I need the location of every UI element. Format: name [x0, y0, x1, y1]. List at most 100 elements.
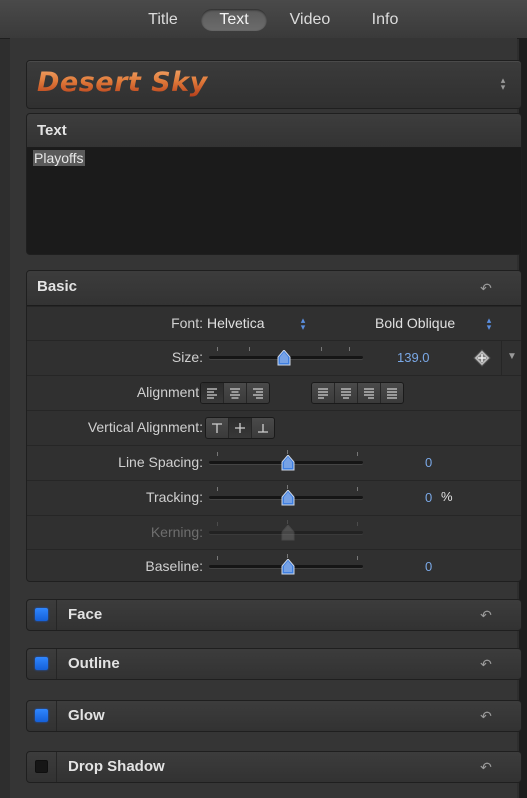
- basic-section-header[interactable]: Basic ↶: [27, 271, 521, 306]
- slider-tick: [217, 347, 218, 351]
- kerning-row: Kerning:: [27, 515, 521, 549]
- preset-name: Desert Sky: [37, 67, 208, 98]
- vertical-alignment-label: Vertical Alignment:: [87, 419, 203, 435]
- line-spacing-slider-thumb[interactable]: [281, 455, 295, 471]
- alignment-row: Alignment:: [27, 375, 521, 410]
- vertical-align-top-button[interactable]: [206, 418, 229, 438]
- font-style-stepper-icon[interactable]: ▴ ▾: [485, 316, 493, 332]
- align-right-button[interactable]: [247, 383, 269, 403]
- slider-tick: [357, 556, 358, 560]
- slider-tick: [217, 487, 218, 491]
- line-spacing-row: Line Spacing: 0: [27, 445, 521, 480]
- size-slider-thumb[interactable]: [277, 350, 291, 366]
- font-row: Font: Helvetica ▴ ▾ Bold Oblique ▴ ▾: [27, 306, 521, 340]
- size-label: Size:: [171, 349, 203, 365]
- tracking-label: Tracking:: [145, 489, 203, 505]
- baseline-label: Baseline:: [145, 558, 203, 574]
- alignment-label: Alignment:: [136, 384, 203, 400]
- outline-section-title: Outline: [68, 655, 120, 672]
- face-section-header[interactable]: Face ↶: [26, 599, 522, 631]
- tracking-value[interactable]: 0: [425, 490, 432, 505]
- vertical-align-middle-icon: [235, 423, 245, 433]
- vertical-align-middle-button[interactable]: [229, 418, 252, 438]
- basic-section-title: Basic: [37, 278, 78, 295]
- line-spacing-value[interactable]: 0: [425, 455, 432, 470]
- glow-section-header[interactable]: Glow ↶: [26, 700, 522, 732]
- keyframe-icon[interactable]: [473, 349, 491, 367]
- face-enable-checkbox[interactable]: [35, 608, 48, 621]
- popup-stepper-icon: ▴ ▾: [500, 75, 506, 92]
- divider: [56, 752, 57, 782]
- align-center-button[interactable]: [224, 383, 247, 403]
- vertical-align-top-icon: [212, 423, 222, 433]
- justify-center-button[interactable]: [335, 383, 358, 403]
- vertical-align-bottom-button[interactable]: [252, 418, 274, 438]
- align-center-icon: [230, 388, 240, 399]
- align-left-button[interactable]: [201, 383, 224, 403]
- drop-shadow-enable-checkbox[interactable]: [35, 760, 48, 773]
- title-preset-popup[interactable]: Desert Sky ▴ ▾: [26, 60, 522, 109]
- size-row: Size: 139.0 ▼: [27, 340, 521, 375]
- justify-full-icon: [387, 388, 397, 399]
- slider-tick: [349, 347, 350, 351]
- basic-section: Basic ↶ Font: Helvetica ▴ ▾ Bold Oblique …: [26, 270, 522, 582]
- slider-tick: [217, 556, 218, 560]
- tab-video[interactable]: Video: [280, 9, 340, 31]
- line-spacing-label: Line Spacing:: [118, 454, 203, 470]
- align-right-icon: [253, 388, 263, 399]
- font-label: Font:: [171, 315, 203, 331]
- reset-icon[interactable]: ↶: [479, 657, 493, 671]
- reset-icon[interactable]: ↶: [479, 608, 493, 622]
- drop-shadow-section-title: Drop Shadow: [68, 758, 165, 775]
- justify-right-button[interactable]: [358, 383, 381, 403]
- text-input[interactable]: Playoffs: [33, 150, 85, 166]
- slider-tick: [287, 520, 288, 524]
- inspector-tab-bar: Title Text Video Info: [0, 0, 527, 39]
- divider: [56, 600, 57, 630]
- divider: [56, 649, 57, 679]
- slider-tick: [357, 522, 358, 526]
- font-family-popup[interactable]: Helvetica: [207, 315, 265, 331]
- outline-section-header[interactable]: Outline ↶: [26, 648, 522, 680]
- justify-left-icon: [318, 388, 328, 399]
- kerning-slider-thumb: [281, 525, 295, 541]
- justify-buttons: [311, 382, 404, 404]
- tab-text[interactable]: Text: [201, 9, 267, 31]
- justify-left-button[interactable]: [312, 383, 335, 403]
- vertical-alignment-row: Vertical Alignment:: [27, 410, 521, 445]
- glow-section-title: Glow: [68, 707, 105, 724]
- kerning-label: Kerning:: [150, 524, 203, 540]
- slider-tick: [357, 487, 358, 491]
- vertical-align-bottom-icon: [258, 424, 268, 433]
- slider-tick: [217, 522, 218, 526]
- tracking-slider-thumb[interactable]: [281, 490, 295, 506]
- divider: [501, 341, 502, 375]
- slider-tick: [249, 347, 250, 351]
- reset-icon[interactable]: ↶: [479, 281, 493, 295]
- divider: [56, 701, 57, 731]
- drop-shadow-section-header[interactable]: Drop Shadow ↶: [26, 751, 522, 783]
- tracking-row: Tracking: 0 %: [27, 480, 521, 515]
- baseline-value[interactable]: 0: [425, 559, 432, 574]
- size-value[interactable]: 139.0: [397, 350, 430, 365]
- justify-full-button[interactable]: [381, 383, 403, 403]
- reset-icon[interactable]: ↶: [479, 760, 493, 774]
- text-editor: Text Playoffs: [26, 113, 522, 255]
- text-editor-title: Text: [37, 122, 67, 139]
- slider-tick: [217, 452, 218, 456]
- reset-icon[interactable]: ↶: [479, 709, 493, 723]
- font-style-popup[interactable]: Bold Oblique: [375, 315, 455, 331]
- chevron-down-icon[interactable]: ▼: [507, 351, 517, 362]
- slider-tick: [287, 485, 288, 489]
- font-family-stepper-icon[interactable]: ▴ ▾: [299, 316, 307, 332]
- tab-title[interactable]: Title: [135, 9, 191, 31]
- justify-right-icon: [364, 388, 374, 399]
- tab-info[interactable]: Info: [362, 9, 408, 31]
- slider-tick: [321, 347, 322, 351]
- glow-enable-checkbox[interactable]: [35, 709, 48, 722]
- outline-enable-checkbox[interactable]: [35, 657, 48, 670]
- baseline-slider-thumb[interactable]: [281, 559, 295, 575]
- vertical-alignment-buttons: [205, 417, 275, 439]
- align-left-icon: [207, 388, 217, 399]
- slider-tick: [357, 452, 358, 456]
